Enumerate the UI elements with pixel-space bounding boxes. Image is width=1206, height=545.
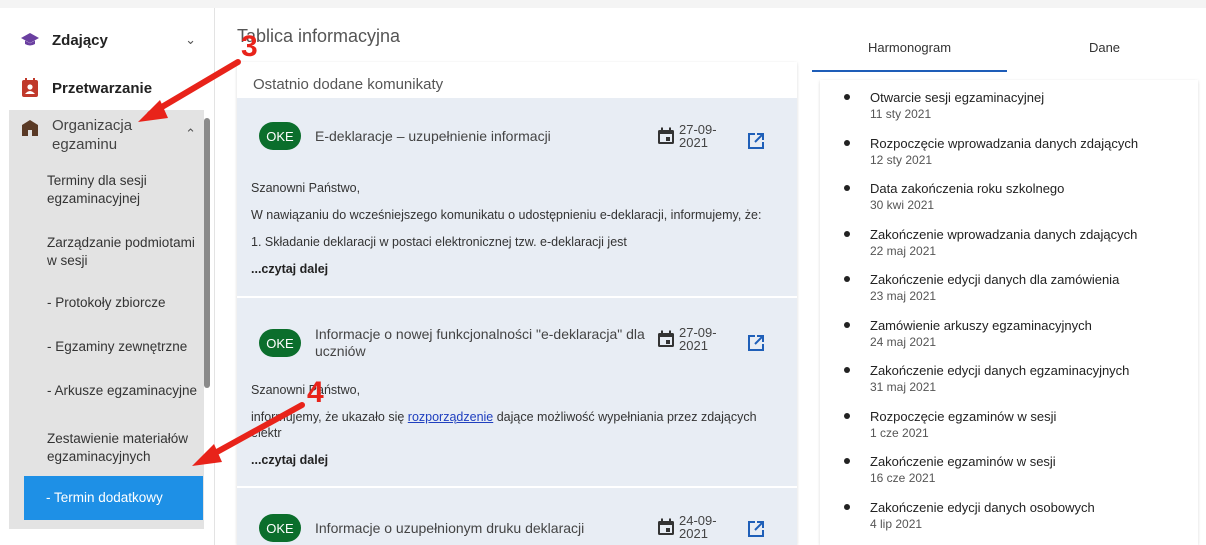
annotation-marker-3: 3 bbox=[241, 30, 258, 63]
arrow-4 bbox=[192, 402, 305, 466]
annotation-marker-4: 4 bbox=[307, 376, 324, 409]
arrow-3 bbox=[138, 59, 241, 122]
annotation-arrows bbox=[138, 59, 305, 466]
